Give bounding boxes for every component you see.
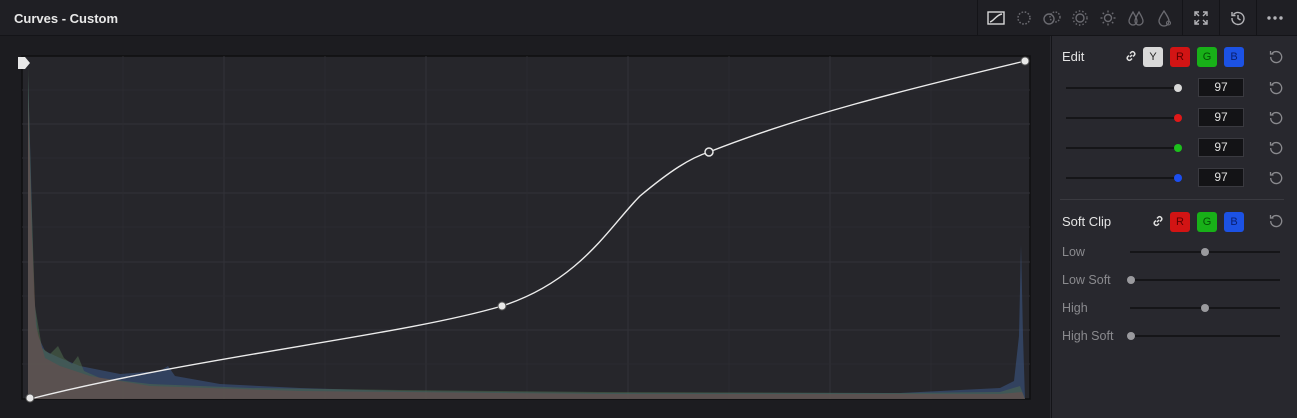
g-slider-knob[interactable] — [1174, 144, 1182, 152]
low-soft-label: Low Soft — [1062, 273, 1111, 287]
soft-clip-b-toggle[interactable]: B — [1224, 212, 1244, 232]
edit-reset-icon[interactable] — [1268, 49, 1284, 65]
history-button[interactable] — [1224, 0, 1252, 35]
hue-vs-lum-button[interactable] — [1066, 0, 1094, 35]
soft-clip-r-toggle[interactable]: R — [1170, 212, 1190, 232]
view-toolbar-group — [1182, 0, 1219, 35]
r-value-field[interactable]: 97 — [1198, 108, 1244, 127]
dotted-circle-icon — [1017, 10, 1031, 25]
channel-g-toggle[interactable]: G — [1197, 47, 1217, 67]
more-options-button[interactable] — [1261, 0, 1289, 35]
header-toolbar — [977, 0, 1297, 35]
soft-clip-label: Soft Clip — [1062, 214, 1112, 229]
high-label: High — [1062, 301, 1088, 315]
r-reset-icon[interactable] — [1268, 110, 1284, 126]
more-icon — [1267, 15, 1283, 20]
drops-icon — [1128, 10, 1144, 26]
section-divider — [1060, 199, 1284, 200]
sun-dotted-icon — [1072, 9, 1088, 26]
y-value-field[interactable]: 97 — [1198, 78, 1244, 97]
hue-vs-hue-button[interactable] — [1010, 0, 1038, 35]
low-slider-knob[interactable] — [1201, 248, 1209, 256]
edit-side-panel: Edit Y R G B 97 97 97 97 Soft Clip R G B… — [1051, 36, 1297, 418]
options-toolbar-group — [1256, 0, 1297, 35]
g-reset-icon[interactable] — [1268, 140, 1284, 156]
curve-mode-button[interactable] — [982, 0, 1010, 35]
expand-button[interactable] — [1187, 0, 1215, 35]
sat-vs-lum-button[interactable] — [1150, 0, 1178, 35]
history-toolbar-group — [1219, 0, 1256, 35]
low-soft-slider[interactable] — [1130, 279, 1280, 281]
y-reset-icon[interactable] — [1268, 80, 1284, 96]
panel-header: Curves - Custom — [0, 0, 1297, 36]
r-intensity-slider[interactable] — [1066, 117, 1179, 119]
drop-icon — [1158, 9, 1172, 27]
soft-clip-link-icon[interactable] — [1151, 214, 1165, 228]
soft-clip-reset-icon[interactable] — [1268, 213, 1284, 229]
high-soft-slider[interactable] — [1130, 335, 1280, 337]
curve-point-highlight[interactable] — [704, 147, 714, 157]
b-reset-icon[interactable] — [1268, 170, 1284, 186]
link-icon[interactable] — [1124, 49, 1138, 63]
r-slider-knob[interactable] — [1174, 114, 1182, 122]
sun-icon — [1100, 10, 1116, 25]
sat-vs-sat-button[interactable] — [1122, 0, 1150, 35]
g-intensity-slider[interactable] — [1066, 147, 1179, 149]
channel-r-toggle[interactable]: R — [1170, 47, 1190, 67]
panel-title: Curves - Custom — [14, 11, 119, 26]
curve-point-shadow[interactable] — [497, 301, 507, 311]
soft-clip-g-toggle[interactable]: G — [1197, 212, 1217, 232]
expand-icon — [1194, 10, 1208, 25]
curve-graph-area[interactable] — [0, 36, 1050, 418]
dual-circle-icon — [1043, 10, 1061, 25]
high-soft-label: High Soft — [1062, 329, 1114, 343]
history-icon — [1231, 11, 1245, 25]
curve-graph[interactable] — [0, 36, 1050, 418]
lum-vs-sat-button[interactable] — [1094, 0, 1122, 35]
curve-point-white[interactable] — [1020, 56, 1030, 66]
curve-point-black[interactable] — [25, 393, 35, 403]
y-intensity-slider[interactable] — [1066, 87, 1179, 89]
edit-label: Edit — [1062, 49, 1085, 64]
low-soft-slider-knob[interactable] — [1127, 276, 1135, 284]
b-slider-knob[interactable] — [1174, 174, 1182, 182]
curve-icon — [987, 10, 1005, 25]
g-value-field[interactable]: 97 — [1198, 138, 1244, 157]
hue-vs-sat-button[interactable] — [1038, 0, 1066, 35]
curves-panel: Curves - Custom Edit Y R G B 97 97 97 97… — [0, 0, 1297, 418]
b-intensity-slider[interactable] — [1066, 177, 1179, 179]
channel-y-toggle[interactable]: Y — [1143, 47, 1163, 67]
high-soft-slider-knob[interactable] — [1127, 332, 1135, 340]
channel-b-toggle[interactable]: B — [1224, 47, 1244, 67]
mode-toolbar-group — [977, 0, 1182, 35]
high-slider-knob[interactable] — [1201, 304, 1209, 312]
b-value-field[interactable]: 97 — [1198, 168, 1244, 187]
y-slider-knob[interactable] — [1174, 84, 1182, 92]
low-label: Low — [1062, 245, 1085, 259]
